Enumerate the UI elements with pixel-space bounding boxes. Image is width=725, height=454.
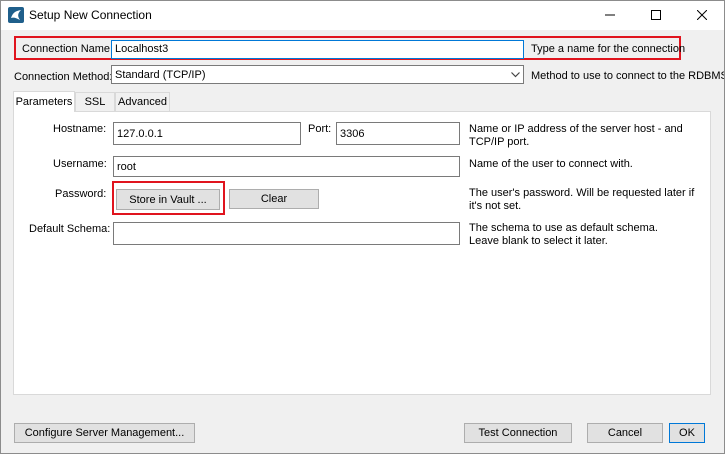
title-bar: Setup New Connection — [0, 0, 725, 30]
connection-method-select[interactable]: Standard (TCP/IP) — [111, 65, 524, 84]
maximize-icon — [651, 10, 661, 20]
ok-button[interactable]: OK — [669, 423, 705, 443]
clear-password-button[interactable]: Clear — [229, 189, 319, 209]
tab-advanced[interactable]: Advanced — [115, 92, 170, 111]
port-input[interactable]: 3306 — [336, 122, 460, 145]
minimize-button[interactable] — [587, 0, 633, 30]
tab-parameters[interactable]: Parameters — [13, 91, 75, 112]
hostname-input[interactable]: 127.0.0.1 — [113, 122, 301, 145]
username-label: Username: — [53, 158, 107, 170]
password-label: Password: — [55, 188, 107, 200]
connection-method-value: Standard (TCP/IP) — [115, 68, 206, 81]
username-hint: Name of the user to connect with. — [469, 158, 633, 170]
hostname-hint: Name or IP address of the server host - … — [469, 123, 683, 148]
cancel-button[interactable]: Cancel — [587, 423, 663, 443]
default-schema-label: Default Schema: — [29, 223, 111, 235]
maximize-button[interactable] — [633, 0, 679, 30]
connection-method-label: Connection Method: — [14, 71, 113, 83]
mysql-workbench-icon — [8, 7, 24, 23]
tab-ssl[interactable]: SSL — [75, 92, 115, 111]
store-in-vault-button[interactable]: Store in Vault ... — [116, 189, 220, 210]
hostname-label: Hostname: — [53, 123, 107, 135]
default-schema-input[interactable] — [113, 222, 460, 245]
default-schema-hint: The schema to use as default schema. Lea… — [469, 222, 658, 247]
configure-server-management-button[interactable]: Configure Server Management... — [14, 423, 195, 443]
test-connection-button[interactable]: Test Connection — [464, 423, 572, 443]
parameters-panel — [13, 111, 711, 395]
username-input[interactable]: root — [113, 156, 460, 177]
port-label: Port: — [308, 123, 332, 135]
close-button[interactable] — [679, 0, 725, 30]
window-title: Setup New Connection — [29, 8, 152, 22]
close-icon — [697, 10, 707, 20]
connection-name-hint: Type a name for the connection — [531, 43, 686, 55]
connection-method-hint: Method to use to connect to the RDBMS — [531, 70, 725, 82]
password-hint: The user's password. Will be requested l… — [469, 187, 695, 212]
connection-name-label: Connection Name: — [22, 43, 114, 55]
minimize-icon — [605, 14, 615, 16]
chevron-down-icon — [511, 71, 520, 77]
connection-name-input[interactable]: Localhost3 — [111, 40, 524, 59]
